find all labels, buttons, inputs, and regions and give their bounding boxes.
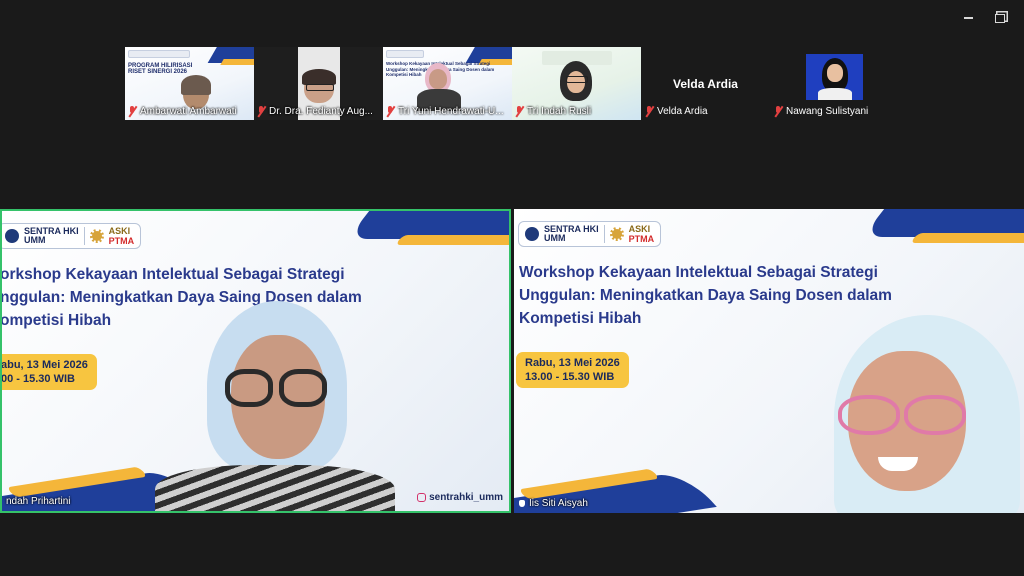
logo-text: ASKI [628, 224, 651, 234]
participant-name: Iis Siti Aisyah [529, 497, 588, 509]
participant-label: Tri Yuni Hendrawati-U... [386, 104, 504, 118]
participant-label: Ambarwati Ambarwati [128, 104, 237, 118]
participant-name: ndah Prihartini [6, 495, 71, 507]
minimize-icon[interactable] [958, 8, 978, 28]
event-time: 13.00 - 15.30 WIB [525, 371, 615, 383]
mic-muted-icon [257, 105, 266, 117]
date-badge: Rabu, 13 Mei 2026 13.00 - 15.30 WIB [516, 352, 629, 388]
participant-name: Tri Yuni Hendrawati-U... [398, 105, 504, 117]
event-time: 00 - 15.30 WIB [1, 373, 75, 385]
logo-text: PTMA [628, 234, 655, 244]
participant-strip: PROGRAM HILIRISASI RISET SINERGI 2026 Am… [125, 47, 641, 120]
instagram-icon [417, 493, 427, 502]
participant-label: Iis Siti Aisyah [518, 496, 588, 510]
slide-title: PROGRAM HILIRISASI RISET SINERGI 2026 [128, 63, 193, 75]
mic-muted-icon [128, 105, 137, 117]
participant-label: Nawang Sulistyani [774, 104, 868, 118]
logo-icon [609, 227, 624, 241]
logo-text: UMM [24, 235, 46, 245]
headline-line: Unggulan: Meningkatkan Daya Saing Dosen … [519, 287, 892, 304]
slide-logos: SENTRA HKI UMM ASKI PTMA [518, 221, 662, 247]
slide-logos: SENTRA HKI UMM ASKI PTMA [2, 223, 142, 249]
participant-display-name: Velda Ardia [673, 77, 738, 91]
social-handle-text: sentrahki_umm [429, 492, 503, 503]
participant-name: Nawang Sulistyani [786, 105, 869, 117]
speaker-video [155, 299, 395, 511]
participant-label: ndah Prihartini [6, 494, 70, 508]
logo-text: PTMA [108, 236, 135, 246]
slide-logos [128, 50, 190, 58]
participant-label: Dr. Dra. Fedianty Aug... [257, 104, 373, 118]
restore-window-icon[interactable] [990, 8, 1010, 28]
participant-label: Tri Indah Rusli [515, 104, 591, 118]
participant-name: Velda Ardia [657, 105, 708, 117]
mic-muted-icon [774, 105, 783, 117]
event-date: abu, 13 Mei 2026 [1, 359, 88, 371]
logo-text: ASKI [108, 226, 131, 236]
logo-icon [89, 229, 104, 243]
participant-label: Velda Ardia [645, 104, 708, 118]
headline-line: orkshop Kekayaan Intelektual Sebagai Str… [0, 266, 345, 283]
participant-name: Ambarwati Ambarwati [140, 105, 237, 117]
slide-logos [386, 50, 424, 58]
glasses [225, 369, 327, 407]
mic-muted-icon [386, 105, 395, 117]
participant-tile[interactable]: Velda Ardia Velda Ardia [641, 47, 770, 120]
mic-muted-icon [645, 105, 654, 117]
participant-name: Tri Indah Rusli [527, 105, 592, 117]
participant-tile[interactable]: Dr. Dra. Fedianty Aug... [254, 47, 383, 120]
raise-hand-icon [518, 498, 526, 508]
date-badge: abu, 13 Mei 2026 00 - 15.30 WIB [1, 354, 97, 390]
participant-tile[interactable]: Nawang Sulistyani [770, 47, 899, 120]
speaker-video [814, 311, 1024, 513]
video-panel-active-speaker[interactable]: SENTRA HKI UMM ASKI PTMA orkshop Kekayaan … [0, 209, 511, 513]
avatar [806, 54, 863, 100]
mic-muted-icon [515, 105, 524, 117]
participant-name: Dr. Dra. Fedianty Aug... [269, 105, 373, 117]
social-handle: sentrahki_umm [417, 492, 503, 503]
participant-tile[interactable]: PROGRAM HILIRISASI RISET SINERGI 2026 Am… [125, 47, 254, 120]
glasses [838, 395, 966, 435]
participant-tile[interactable]: Workshop Kekayaan Intelektual Sebagai St… [383, 47, 512, 120]
logo-text: UMM [544, 233, 566, 243]
headline-line: Workshop Kekayaan Intelektual Sebagai St… [519, 264, 878, 281]
event-date: Rabu, 13 Mei 2026 [525, 357, 620, 369]
video-panel[interactable]: SENTRA HKI UMM ASKI PTMA Workshop Kekayaan… [514, 209, 1024, 513]
participant-tile[interactable]: Tri Indah Rusli [512, 47, 641, 120]
